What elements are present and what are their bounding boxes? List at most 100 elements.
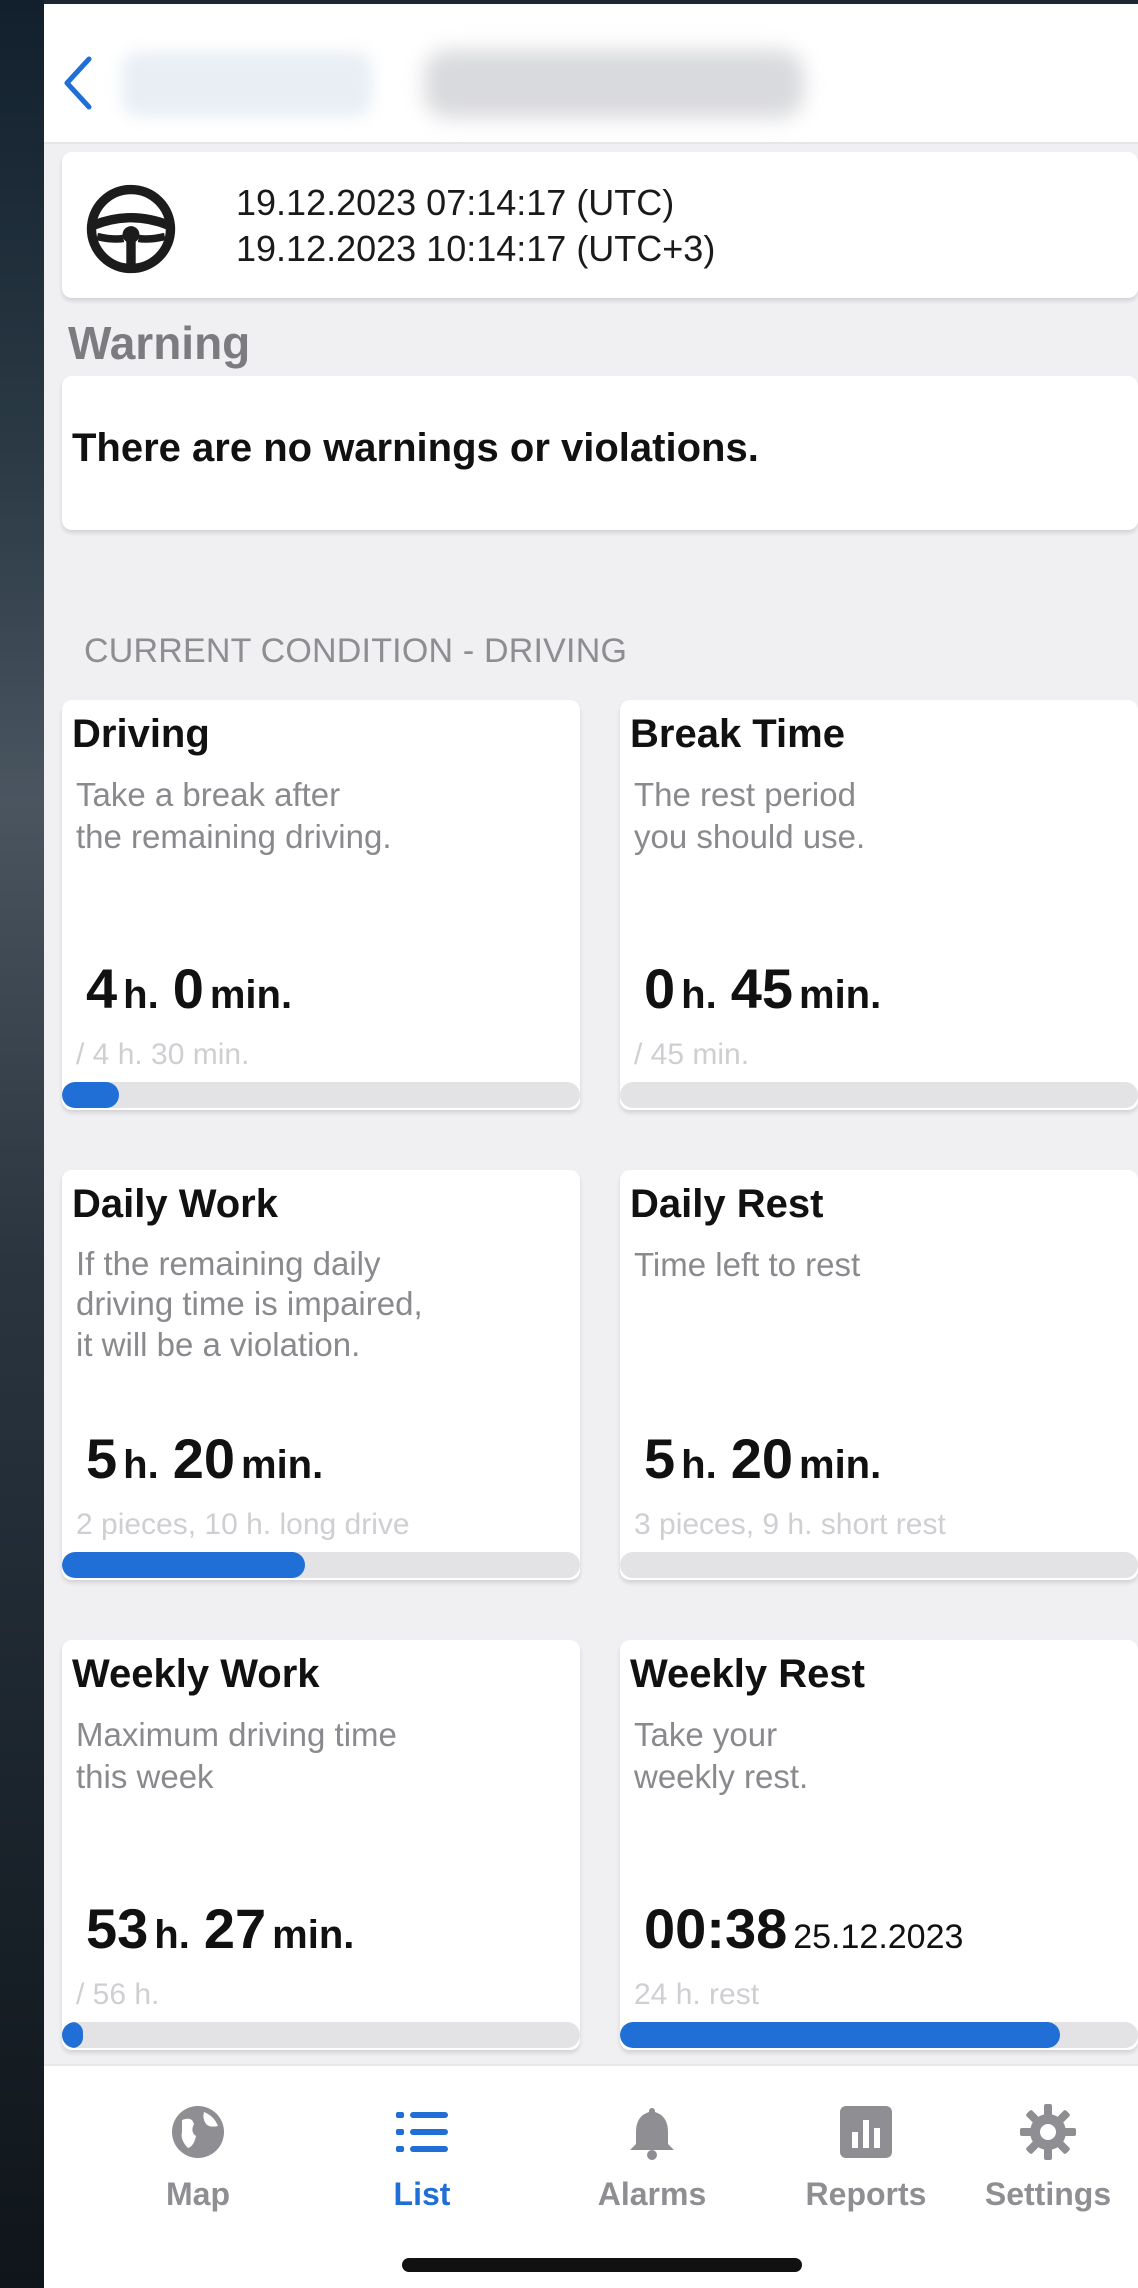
tile-limit: 3 pieces, 9 h. short rest: [634, 1508, 946, 1541]
desc-line: Time left to rest: [634, 1246, 861, 1283]
minutes-value: 45: [730, 957, 793, 1020]
tile-limit: / 4 h. 30 min.: [76, 1038, 250, 1071]
hours-unit: h.: [123, 1443, 159, 1487]
tile-title: Weekly Rest: [630, 1652, 865, 1696]
bottom-tab-bar: Map List Alarms Reports Settings: [44, 2064, 1138, 2288]
desc-line: If the remaining daily: [76, 1245, 381, 1282]
tile-value: 5 h. 20 min.: [644, 1426, 895, 1491]
tab-map[interactable]: Map: [108, 2080, 288, 2230]
tile-limit: / 56 h.: [76, 1978, 160, 2011]
minutes-value: 0: [172, 957, 204, 1020]
tile-weekly-work[interactable]: Weekly Work Maximum driving time this we…: [62, 1640, 580, 2050]
progress-bar: [620, 1552, 1138, 1578]
progress-bar: [62, 1082, 580, 1108]
hours-unit: h.: [123, 973, 159, 1017]
time-utc: 19.12.2023 07:14:17 (UTC): [236, 182, 675, 223]
time-local: 19.12.2023 10:14:17 (UTC+3): [236, 228, 716, 269]
desc-line: Take a break after: [76, 776, 341, 813]
background-wallpaper: [0, 0, 44, 2288]
tile-limit: 24 h. rest: [634, 1978, 760, 2011]
progress-bar: [62, 1552, 580, 1578]
hours-value: 5: [86, 1427, 118, 1490]
desc-line: this week: [76, 1758, 214, 1796]
hours-value: 4: [86, 957, 118, 1020]
bell-icon: [630, 2108, 674, 2160]
warning-message: There are no warnings or violations.: [72, 426, 759, 470]
tab-label: List: [393, 2176, 451, 2212]
desc-line: it will be a violation.: [76, 1325, 361, 1363]
tab-alarms[interactable]: Alarms: [562, 2080, 742, 2230]
tab-settings[interactable]: Settings: [958, 2080, 1138, 2230]
tab-label: Alarms: [597, 2176, 707, 2212]
gear-icon: [1020, 2104, 1076, 2160]
timestamp-card: 19.12.2023 07:14:17 (UTC) 19.12.2023 10:…: [62, 152, 1138, 298]
tile-value: 5 h. 20 min.: [86, 1426, 337, 1491]
minutes-value: 27: [203, 1897, 267, 1960]
rest-time-value: 00:38: [644, 1897, 788, 1960]
hours-unit: h.: [154, 1913, 190, 1957]
back-button[interactable]: [58, 48, 98, 118]
tile-description: If the remaining daily driving time is i…: [76, 1244, 423, 1365]
tile-description: Take your weekly rest.: [634, 1714, 808, 1798]
tile-limit: 2 pieces, 10 h. long drive: [76, 1508, 410, 1541]
redacted-subtitle-blur: [424, 50, 804, 118]
hours-unit: h.: [681, 1443, 717, 1487]
minutes-unit: min.: [799, 973, 882, 1017]
hours-value: 5: [644, 1427, 676, 1490]
tab-list[interactable]: List: [332, 2080, 512, 2230]
progress-bar: [620, 1082, 1138, 1108]
desc-line: you should use.: [634, 818, 866, 856]
desc-line: The rest period: [634, 776, 856, 813]
tab-reports[interactable]: Reports: [776, 2080, 956, 2230]
tab-label: Map: [166, 2176, 230, 2212]
tab-label: Reports: [805, 2176, 927, 2212]
tile-title: Daily Rest: [630, 1182, 824, 1226]
tile-driving[interactable]: Driving Take a break after the remaining…: [62, 700, 580, 1110]
desc-line: Maximum driving time: [76, 1716, 397, 1753]
tile-value: 00:38 25.12.2023: [644, 1896, 963, 1961]
home-indicator[interactable]: [402, 2258, 802, 2272]
bar-chart-icon: [840, 2106, 892, 2158]
desc-line: Take your: [634, 1716, 778, 1753]
progress-bar: [620, 2022, 1138, 2048]
minutes-unit: min.: [799, 1443, 882, 1487]
chevron-left-icon: [64, 56, 92, 110]
tile-break-time[interactable]: Break Time The rest period you should us…: [620, 700, 1138, 1110]
current-condition-label: CURRENT CONDITION - DRIVING: [84, 632, 628, 670]
progress-fill: [62, 2022, 83, 2048]
tile-daily-rest[interactable]: Daily Rest Time left to rest 5 h. 20 min. 3…: [620, 1170, 1138, 1580]
progress-fill: [62, 1552, 306, 1578]
warning-heading: Warning: [68, 317, 251, 369]
minutes-value: 20: [730, 1427, 793, 1490]
tile-title: Driving: [72, 712, 210, 756]
minutes-unit: min.: [272, 1913, 355, 1957]
minutes-unit: min.: [209, 973, 293, 1017]
hours-unit: h.: [681, 973, 717, 1017]
tile-description: Maximum driving time this week: [76, 1714, 397, 1798]
hours-value: 0: [644, 957, 676, 1020]
tile-description: Time left to rest: [634, 1244, 860, 1286]
header-bar: [44, 4, 1138, 144]
minutes-value: 20: [172, 1427, 235, 1490]
tile-daily-work[interactable]: Daily Work If the remaining daily drivin…: [62, 1170, 580, 1580]
progress-fill: [620, 2022, 1061, 2048]
tile-value: 53 h. 27 min.: [86, 1896, 368, 1961]
tile-description: The rest period you should use.: [634, 774, 865, 858]
hours-value: 53: [86, 1897, 149, 1960]
tile-weekly-rest[interactable]: Weekly Rest Take your weekly rest. 00:38…: [620, 1640, 1138, 2050]
tile-title: Daily Work: [72, 1182, 278, 1226]
tile-value: 0 h. 45 min.: [644, 956, 895, 1021]
desc-line: driving time is impaired,: [76, 1285, 423, 1323]
redacted-title-blur: [122, 52, 372, 116]
steering-wheel-icon: [86, 184, 176, 274]
globe-icon: [172, 2106, 224, 2158]
tile-title: Weekly Work: [72, 1652, 320, 1696]
desc-line: the remaining driving.: [76, 818, 392, 856]
minutes-unit: min.: [241, 1443, 324, 1487]
progress-bar: [62, 2022, 580, 2048]
desc-line: weekly rest.: [634, 1758, 809, 1796]
tile-title: Break Time: [630, 712, 845, 756]
rest-date: 25.12.2023: [793, 1918, 964, 1956]
tile-description: Take a break after the remaining driving…: [76, 774, 392, 858]
list-icon: [396, 2112, 448, 2152]
